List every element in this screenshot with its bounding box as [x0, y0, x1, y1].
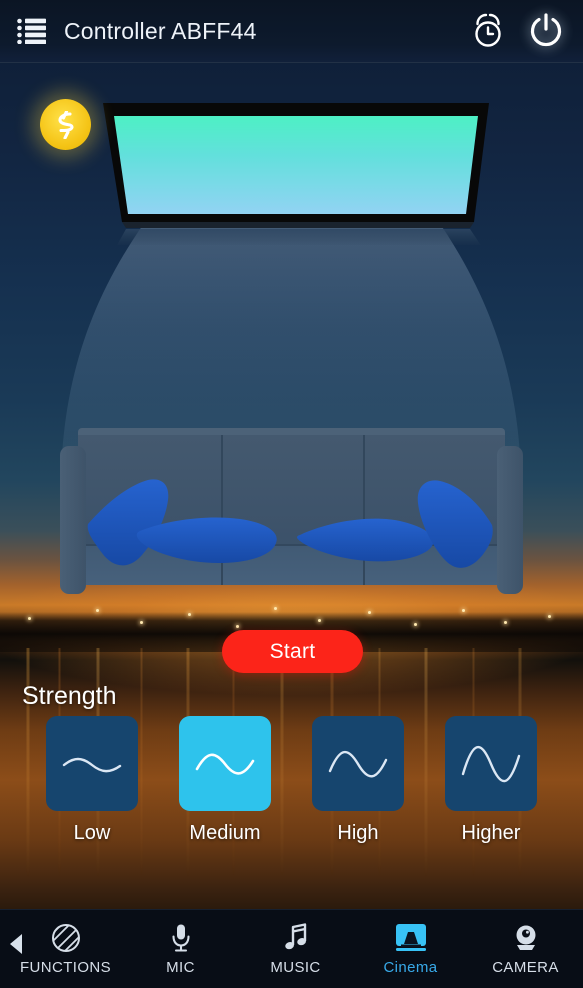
lightning-bolt-icon: [57, 110, 74, 139]
strength-label-higher: Higher: [461, 822, 521, 844]
app-root: Controller ABFF44 Start Strength Low Med…: [0, 0, 583, 988]
nav-item-functions[interactable]: FUNCTIONS: [8, 922, 123, 976]
sofa-illustration: [0, 415, 583, 605]
webcam-icon: [516, 925, 535, 950]
power-icon: [530, 13, 562, 47]
list-menu-button[interactable]: [16, 18, 46, 44]
strength-tile-medium[interactable]: [179, 716, 271, 811]
nav-item-cinema[interactable]: Cinema: [353, 922, 468, 976]
power-button[interactable]: [527, 12, 565, 50]
nav-label-functions: FUNCTIONS: [19, 959, 112, 976]
strength-tile-higher[interactable]: [445, 716, 537, 811]
back-arrow-icon[interactable]: [10, 934, 22, 954]
cinema-screen-icon: [395, 924, 426, 951]
striped-circle-icon: [51, 924, 80, 952]
app-header: Controller ABFF44: [0, 0, 583, 63]
strength-option-low[interactable]: Low: [46, 716, 138, 846]
nav-item-mic[interactable]: MIC: [123, 922, 238, 976]
header-actions: [471, 12, 565, 50]
lightning-bolt-badge[interactable]: [40, 99, 91, 150]
nav-item-music[interactable]: MUSIC: [238, 922, 353, 976]
strength-label-low: Low: [73, 822, 111, 844]
alarm-clock-button[interactable]: [471, 13, 505, 49]
music-note-icon-wrap: [282, 922, 310, 954]
microphone-icon: [171, 924, 190, 952]
striped-circle-icon-wrap: [51, 922, 81, 954]
nav-label-camera: CAMERA: [492, 959, 559, 976]
strength-option-medium[interactable]: Medium: [179, 716, 271, 846]
wave-medium-icon: [195, 753, 255, 775]
start-button[interactable]: Start: [222, 630, 363, 673]
webcam-icon-wrap: [511, 922, 541, 954]
strength-label-high: High: [337, 822, 379, 844]
bottom-navigation: FUNCTIONS MIC MUSIC Cinema CAMERA: [0, 909, 583, 988]
bottom-nav-items: FUNCTIONS MIC MUSIC Cinema CAMERA: [0, 922, 583, 976]
nav-label-mic: MIC: [166, 959, 195, 976]
wave-higher-icon: [461, 745, 521, 782]
strength-option-higher[interactable]: Higher: [445, 716, 537, 846]
nav-label-cinema: Cinema: [383, 959, 438, 976]
strength-tile-low[interactable]: [46, 716, 138, 811]
cinema-screen-icon-wrap: [394, 922, 428, 954]
music-note-icon: [284, 923, 306, 950]
nav-label-music: MUSIC: [270, 959, 321, 976]
nav-item-camera[interactable]: CAMERA: [468, 922, 583, 976]
wave-low-icon: [62, 757, 122, 772]
microphone-icon-wrap: [169, 922, 193, 954]
strength-selector: Low Medium High Higher: [0, 716, 583, 846]
alarm-clock-icon: [475, 13, 501, 47]
page-title: Controller ABFF44: [64, 17, 257, 44]
strength-label-medium: Medium: [189, 822, 261, 844]
strength-section-label: Strength: [22, 682, 117, 710]
wave-high-icon: [328, 750, 388, 777]
strength-option-high[interactable]: High: [312, 716, 404, 846]
list-icon: [17, 18, 46, 44]
strength-tile-high[interactable]: [312, 716, 404, 811]
